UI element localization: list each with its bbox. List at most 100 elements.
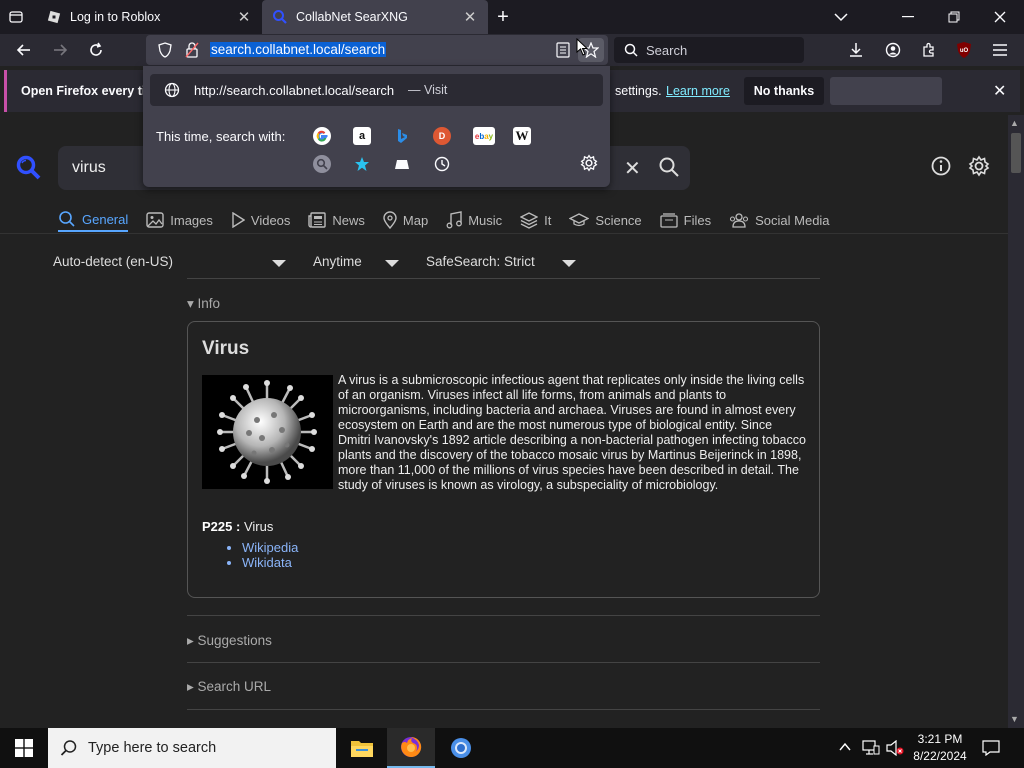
set-default-button[interactable] — [830, 77, 942, 105]
restore-button[interactable] — [931, 0, 977, 34]
scroll-down-icon[interactable]: ▼ — [1010, 714, 1019, 724]
scroll-thumb[interactable] — [1011, 133, 1021, 173]
account-icon[interactable] — [881, 38, 905, 62]
no-thanks-button[interactable]: No thanks — [744, 77, 824, 105]
file-explorer-icon[interactable] — [338, 728, 386, 768]
time-range-select[interactable]: Anytime — [313, 254, 362, 269]
category-label: Images — [170, 212, 213, 228]
google-icon[interactable] — [313, 127, 331, 145]
extensions-icon[interactable] — [917, 38, 941, 62]
category-general[interactable]: General — [58, 208, 129, 232]
searxng-logo-icon[interactable] — [16, 155, 42, 186]
search-submit-icon[interactable] — [658, 156, 680, 183]
info-section-toggle[interactable]: ▾ Info — [187, 296, 220, 312]
duckduckgo-icon[interactable]: D — [433, 127, 451, 145]
back-button[interactable] — [12, 38, 36, 62]
close-icon[interactable]: ✕ — [993, 81, 1006, 101]
chromium-icon[interactable] — [437, 728, 485, 768]
divider — [0, 233, 1008, 234]
address-bar[interactable]: search.collabnet.local/search — [146, 35, 608, 65]
new-tab-button[interactable]: + — [488, 0, 518, 34]
downloads-icon[interactable] — [844, 38, 868, 62]
category-social-media[interactable]: Social Media — [729, 208, 830, 232]
infobox-description: A virus is a submicroscopic infectious a… — [338, 373, 806, 492]
category-label: Files — [683, 212, 712, 228]
wikipedia-icon[interactable]: W — [513, 127, 531, 145]
tab-list-icon[interactable] — [0, 0, 32, 34]
history-icon[interactable] — [433, 155, 451, 173]
searxng-icon — [272, 9, 288, 25]
category-files[interactable]: Files — [660, 208, 711, 232]
search-url-toggle[interactable]: ▸ Search URL — [187, 679, 271, 695]
settings-gear-icon[interactable] — [968, 155, 990, 177]
minimize-button[interactable] — [885, 0, 931, 34]
reload-button[interactable] — [84, 38, 108, 62]
search-engine-icon[interactable] — [313, 155, 331, 173]
safesearch-select[interactable]: SafeSearch: Strict — [426, 254, 535, 269]
category-science[interactable]: Science — [569, 208, 642, 232]
menu-icon[interactable] — [988, 38, 1012, 62]
bookmarks-icon[interactable] — [353, 155, 371, 173]
scroll-up-icon[interactable]: ▲ — [1010, 118, 1019, 128]
url-text[interactable]: search.collabnet.local/search — [210, 42, 387, 57]
bing-icon[interactable] — [393, 127, 411, 145]
files-icon — [660, 213, 678, 228]
language-select[interactable]: Auto-detect (en-US) — [53, 254, 173, 269]
show-hidden-icons-chevron-icon[interactable] — [838, 740, 852, 759]
graduation-cap-icon — [569, 213, 590, 227]
navigation-toolbar: search.collabnet.local/search Search uO — [0, 34, 1024, 66]
clock-time: 3:21 PM — [917, 732, 963, 746]
urlbar-dropdown: http://search.collabnet.local/search — V… — [143, 66, 610, 187]
learn-more-link[interactable]: Learn more — [666, 84, 730, 98]
tab-close-icon[interactable]: ✕ — [462, 8, 478, 26]
category-label: Music — [468, 212, 503, 228]
info-icon[interactable] — [930, 155, 952, 177]
close-window-button[interactable] — [977, 0, 1023, 34]
search-bar[interactable]: Search — [614, 37, 804, 63]
category-tabs: General Images Videos News Map Music It — [58, 208, 848, 236]
category-videos[interactable]: Videos — [231, 208, 290, 232]
category-news[interactable]: News — [308, 208, 365, 232]
search-with-label: This time, search with: — [156, 129, 286, 144]
mouse-cursor-icon — [576, 37, 589, 61]
category-map[interactable]: Map — [383, 208, 428, 232]
tabs-icon[interactable] — [393, 155, 411, 173]
wikidata-link[interactable]: Wikidata — [242, 555, 298, 570]
page-scrollbar[interactable]: ▲ ▼ — [1008, 115, 1024, 728]
windows-start-icon[interactable] — [0, 728, 48, 768]
chevron-down-icon[interactable] — [562, 260, 576, 267]
insecure-lock-icon[interactable] — [185, 42, 199, 63]
taskbar-search-box[interactable]: Type here to search — [48, 728, 336, 768]
forward-button[interactable] — [48, 38, 72, 62]
tab-roblox[interactable]: Log in to Roblox ✕ — [36, 0, 262, 34]
amazon-icon[interactable]: a — [353, 127, 371, 145]
url-suggestion[interactable]: http://search.collabnet.local/search — V… — [150, 74, 603, 106]
ebay-icon[interactable]: ebay — [473, 127, 495, 145]
firefox-icon[interactable] — [387, 728, 435, 768]
shield-icon[interactable] — [158, 42, 172, 63]
search-bar-placeholder: Search — [646, 42, 688, 58]
network-icon[interactable] — [862, 740, 880, 761]
taskbar-clock[interactable]: 3:21 PM 8/22/2024 — [912, 731, 968, 765]
tab-searxng[interactable]: CollabNet SearXNG ✕ — [262, 0, 488, 34]
location-pin-icon — [383, 211, 397, 229]
category-images[interactable]: Images — [146, 208, 213, 232]
clear-search-icon[interactable]: ✕ — [624, 156, 641, 181]
suggestions-toggle[interactable]: ▸ Suggestions — [187, 633, 272, 649]
tab-close-icon[interactable]: ✕ — [236, 8, 252, 26]
chevron-down-icon[interactable] — [385, 260, 399, 267]
search-input[interactable]: virus — [72, 159, 106, 177]
infobox: Virus A virus is a submicroscopic infect… — [187, 321, 820, 598]
ublock-origin-icon[interactable]: uO — [952, 38, 976, 62]
search-icon — [59, 211, 75, 227]
notification-center-icon[interactable] — [982, 740, 1000, 761]
volume-muted-icon[interactable] — [886, 739, 904, 761]
wikipedia-link[interactable]: Wikipedia — [242, 540, 298, 555]
search-settings-gear-icon[interactable] — [580, 154, 598, 172]
chevron-down-icon[interactable] — [818, 0, 864, 34]
category-it[interactable]: It — [520, 208, 551, 232]
suggestion-action: — Visit — [408, 83, 448, 97]
chevron-down-icon[interactable] — [272, 260, 286, 267]
reader-view-icon[interactable] — [556, 42, 570, 63]
category-music[interactable]: Music — [446, 208, 502, 232]
